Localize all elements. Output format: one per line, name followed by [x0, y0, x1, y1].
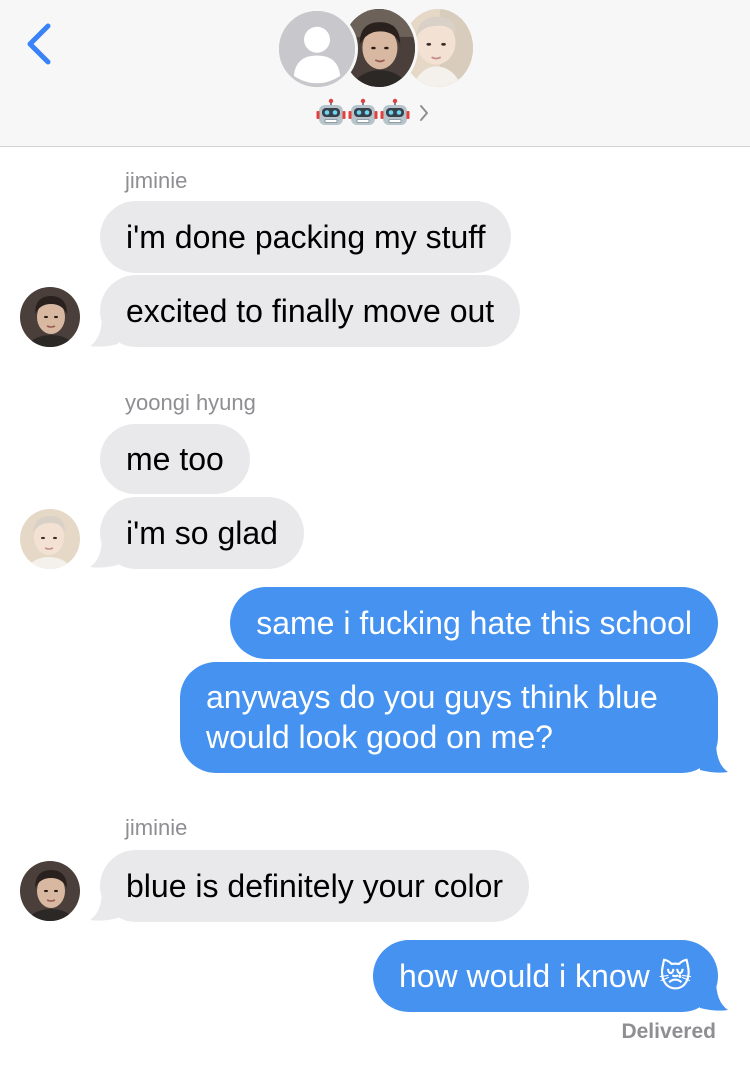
person-photo-icon: [20, 287, 80, 347]
message-bubble-incoming[interactable]: i'm so glad: [100, 497, 304, 569]
chevron-right-icon: [420, 105, 428, 121]
message-bubble-incoming[interactable]: excited to finally move out: [100, 275, 521, 347]
message-bubble-outgoing[interactable]: anyways do you guys think blue would loo…: [180, 662, 718, 773]
person-placeholder-icon: [279, 11, 355, 87]
conversation-header: [0, 0, 750, 147]
sender-name: yoongi hyung: [125, 390, 256, 415]
sender-name: jiminie: [125, 815, 188, 840]
robot-emoji-icon: [348, 98, 378, 125]
avatar-jiminie[interactable]: [20, 861, 80, 921]
message-bubble-outgoing[interactable]: same i fucking hate this school: [230, 587, 718, 659]
robot-emoji-icon: [316, 98, 346, 125]
back-button[interactable]: [22, 22, 56, 66]
message-bubble-outgoing[interactable]: how would i know 😿: [372, 940, 718, 1012]
group-avatar-generic[interactable]: [276, 8, 358, 90]
person-photo-icon: [20, 861, 80, 921]
message-bubble-incoming[interactable]: i'm done packing my stuff: [100, 201, 512, 273]
delivery-status: Delivered: [621, 1020, 716, 1043]
chevron-left-icon: [27, 23, 51, 65]
sender-name: jiminie: [125, 168, 188, 193]
message-bubble-incoming[interactable]: blue is definitely your color: [100, 850, 530, 922]
avatar-yoongi[interactable]: [20, 509, 80, 569]
group-name-button[interactable]: [316, 96, 446, 130]
avatar-jiminie[interactable]: [20, 287, 80, 347]
robot-emoji-icon: [380, 98, 410, 125]
message-bubble-incoming[interactable]: me too: [100, 424, 250, 494]
person-photo-icon: [20, 509, 80, 569]
